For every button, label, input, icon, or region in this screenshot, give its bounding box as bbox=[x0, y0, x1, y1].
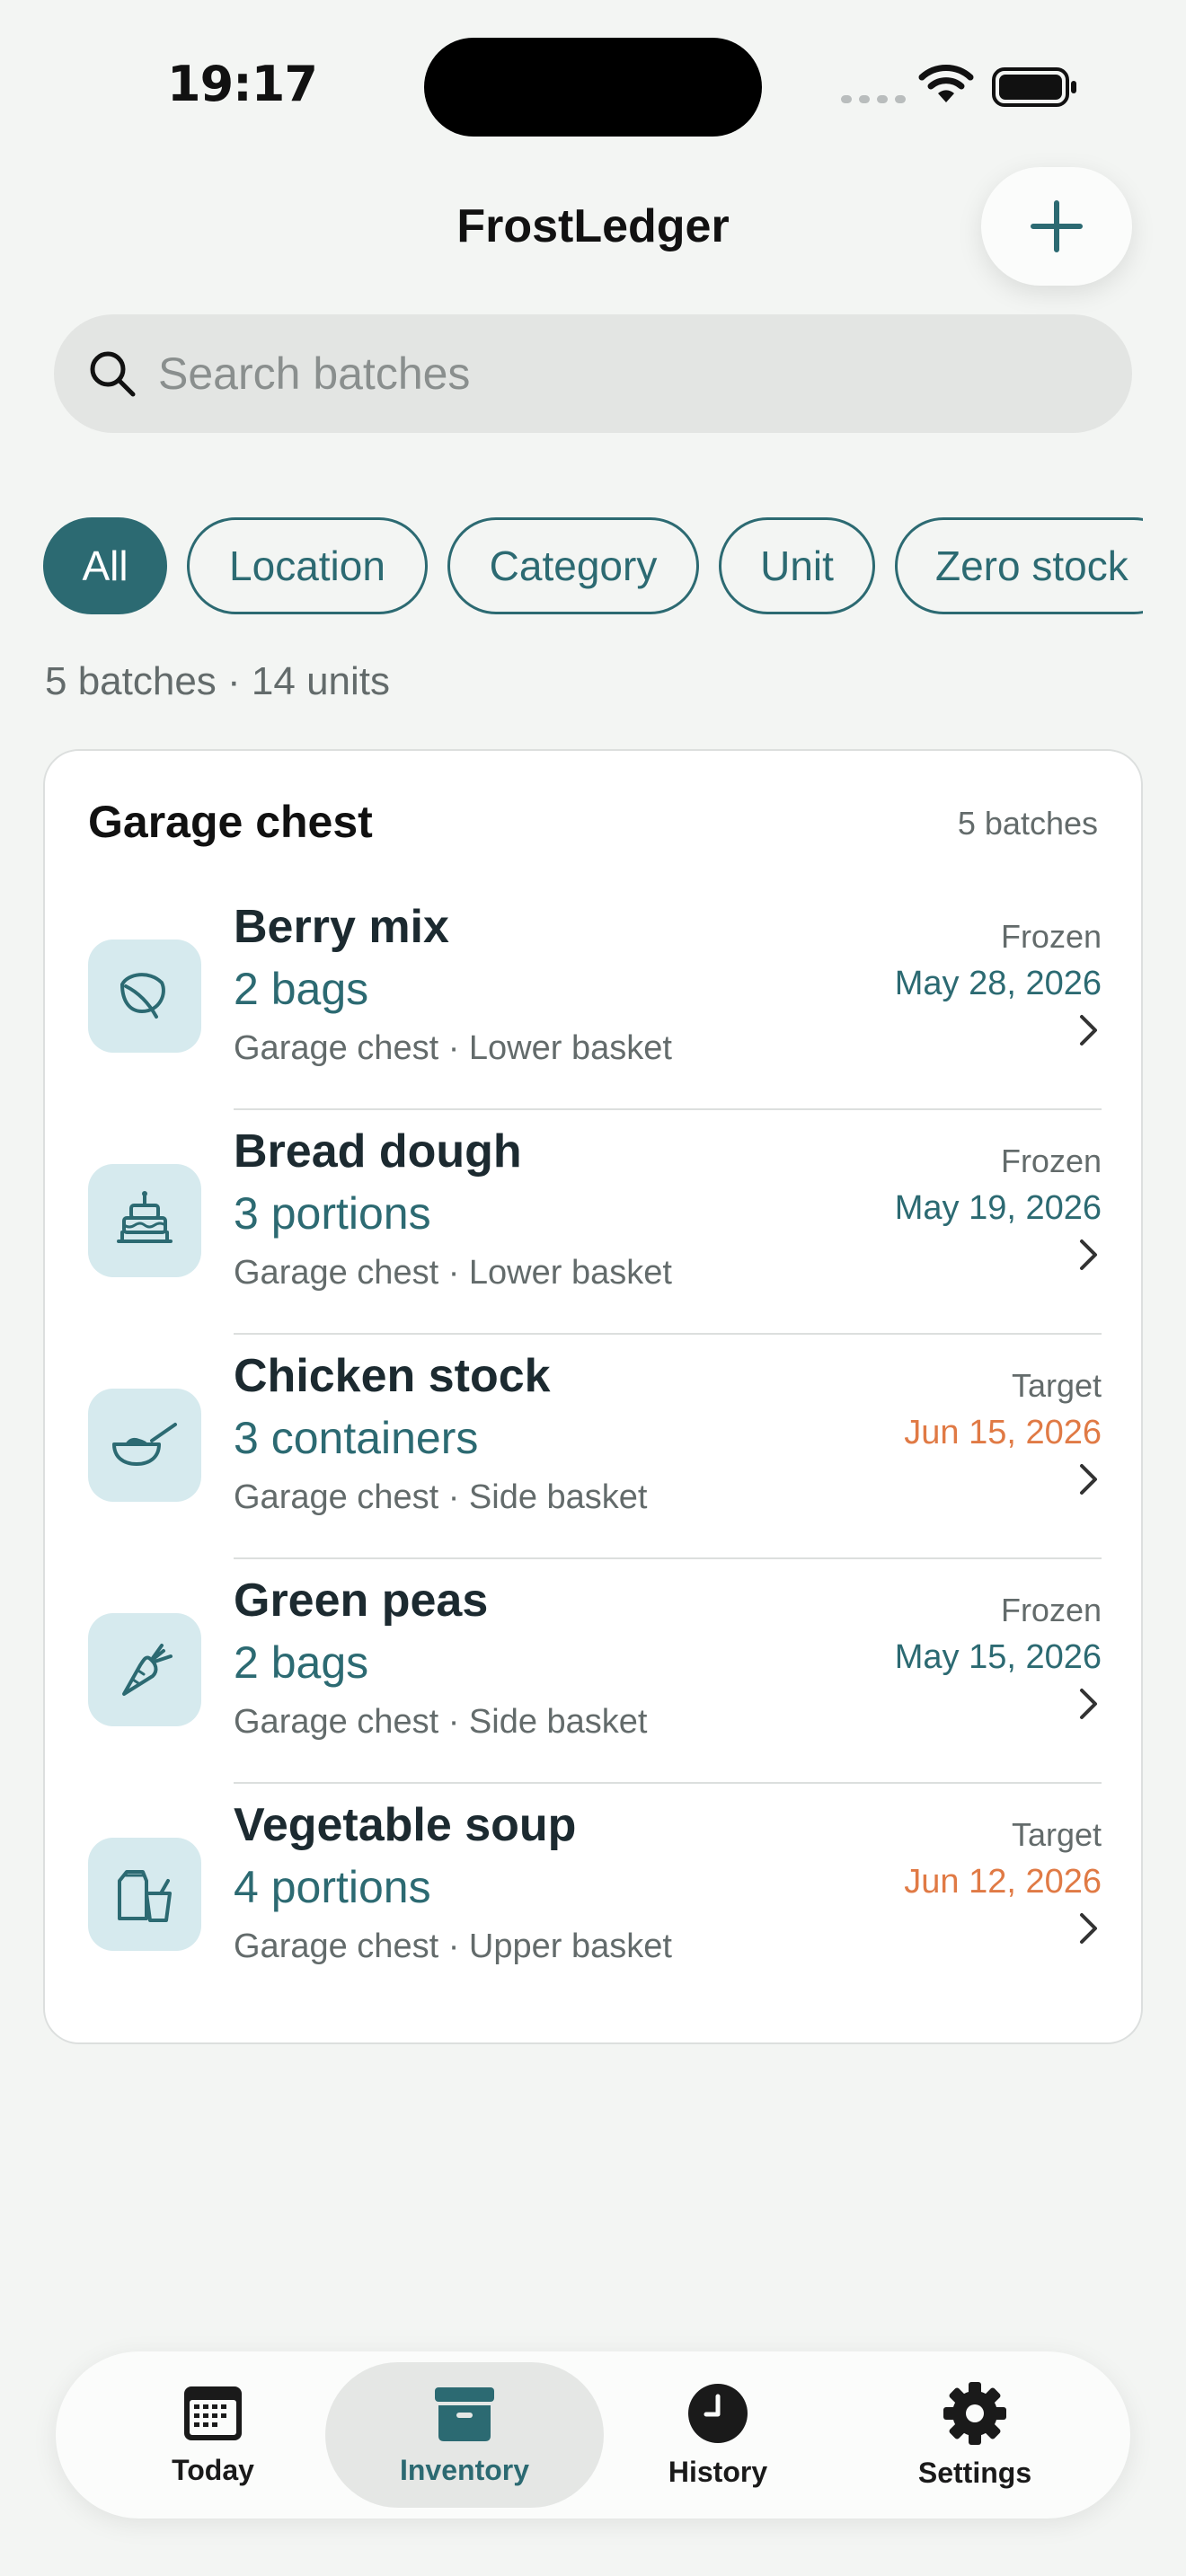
gear-icon bbox=[943, 2381, 1006, 2445]
batch-quantity: 3 containers bbox=[234, 1413, 479, 1463]
group-title: Garage chest bbox=[88, 797, 373, 847]
batch-quantity: 4 portions bbox=[234, 1862, 431, 1912]
batch-name: Bread dough bbox=[234, 1125, 522, 1178]
dynamic-island bbox=[424, 38, 762, 137]
filter-chip-all[interactable]: All bbox=[43, 517, 167, 614]
carrot-icon bbox=[88, 1613, 201, 1726]
tab-label: History bbox=[668, 2455, 768, 2488]
tab-label: Inventory bbox=[399, 2453, 530, 2486]
batch-state-label: Frozen bbox=[1000, 1142, 1102, 1179]
batch-date: May 28, 2026 bbox=[894, 965, 1102, 1002]
inventory-summary: 5 batches · 14 units bbox=[45, 659, 391, 703]
search-icon bbox=[90, 351, 136, 397]
batch-date: Jun 12, 2026 bbox=[904, 1863, 1102, 1901]
leaf-icon bbox=[88, 940, 201, 1053]
batch-quantity: 3 portions bbox=[234, 1188, 431, 1239]
batch-state-label: Target bbox=[1011, 1367, 1102, 1404]
batch-name: Berry mix bbox=[234, 901, 449, 953]
calendar-icon bbox=[184, 2386, 242, 2440]
wifi-icon bbox=[918, 65, 974, 102]
group-batch-count: 5 batches bbox=[957, 805, 1098, 842]
batch-name: Vegetable soup bbox=[234, 1799, 577, 1851]
status-time: 19:17 bbox=[167, 56, 318, 112]
batch-location: Garage chest · Side basket bbox=[234, 1703, 648, 1741]
batch-name: Chicken stock bbox=[234, 1350, 551, 1402]
batch-row[interactable]: Berry mix 2 bags Garage chest · Lower ba… bbox=[45, 886, 1145, 1110]
batch-quantity: 2 bags bbox=[234, 964, 369, 1014]
chevron-right-icon bbox=[1080, 1913, 1097, 1944]
clock-icon bbox=[688, 2383, 748, 2443]
filter-chip-location[interactable]: Location bbox=[187, 517, 428, 614]
search-bar[interactable] bbox=[54, 314, 1132, 433]
add-batch-button[interactable] bbox=[981, 167, 1132, 286]
batch-row[interactable]: Bread dough 3 portions Garage chest · Lo… bbox=[45, 1110, 1145, 1335]
cake-icon bbox=[88, 1164, 201, 1277]
batch-state-label: Frozen bbox=[1000, 1592, 1102, 1628]
filter-chip-zero-stock[interactable]: Zero stock bbox=[895, 517, 1143, 614]
batch-date: May 15, 2026 bbox=[894, 1638, 1102, 1676]
chevron-right-icon bbox=[1080, 1015, 1097, 1045]
batch-quantity: 2 bags bbox=[234, 1637, 369, 1688]
chevron-right-icon bbox=[1080, 1689, 1097, 1719]
filter-chips: All Location Category Unit Zero stock bbox=[43, 517, 1143, 614]
archive-box-icon bbox=[435, 2386, 494, 2441]
tab-label: Settings bbox=[917, 2456, 1032, 2489]
battery-icon bbox=[992, 67, 1076, 107]
batch-location: Garage chest · Upper basket bbox=[234, 1928, 672, 1965]
bottom-tab-bar: Today Inventory History Settings bbox=[56, 2351, 1130, 2519]
batch-row[interactable]: Green peas 2 bags Garage chest · Side ba… bbox=[45, 1559, 1145, 1784]
batch-row[interactable]: Vegetable soup 4 portions Garage chest ·… bbox=[45, 1784, 1145, 2008]
tab-today[interactable]: Today bbox=[74, 2362, 352, 2508]
filter-chip-unit[interactable]: Unit bbox=[719, 517, 875, 614]
tab-settings[interactable]: Settings bbox=[836, 2362, 1114, 2508]
filter-chip-category[interactable]: Category bbox=[447, 517, 699, 614]
tab-inventory[interactable]: Inventory bbox=[325, 2362, 604, 2508]
cellular-signal-icon bbox=[841, 95, 906, 103]
batch-row[interactable]: Chicken stock 3 containers Garage chest … bbox=[45, 1335, 1145, 1559]
batch-date: May 19, 2026 bbox=[894, 1189, 1102, 1227]
jar-cup-icon bbox=[88, 1838, 201, 1951]
batch-location: Garage chest · Lower basket bbox=[234, 1029, 672, 1067]
tab-label: Today bbox=[172, 2453, 254, 2486]
batch-location: Garage chest · Lower basket bbox=[234, 1254, 672, 1292]
location-group-card: Garage chest 5 batches Berry mix 2 bags … bbox=[43, 749, 1143, 2044]
chevron-right-icon bbox=[1080, 1464, 1097, 1495]
batch-location: Garage chest · Side basket bbox=[234, 1478, 648, 1516]
status-bar: 19:17 bbox=[0, 0, 1186, 171]
batch-state-label: Target bbox=[1011, 1816, 1102, 1853]
chevron-right-icon bbox=[1080, 1239, 1097, 1270]
tab-history[interactable]: History bbox=[579, 2362, 857, 2508]
bowl-icon bbox=[88, 1389, 201, 1502]
batch-name: Green peas bbox=[234, 1575, 489, 1627]
search-input[interactable] bbox=[158, 348, 1057, 400]
batch-state-label: Frozen bbox=[1000, 918, 1102, 955]
batch-date: Jun 15, 2026 bbox=[904, 1414, 1102, 1451]
plus-icon bbox=[1031, 200, 1083, 252]
